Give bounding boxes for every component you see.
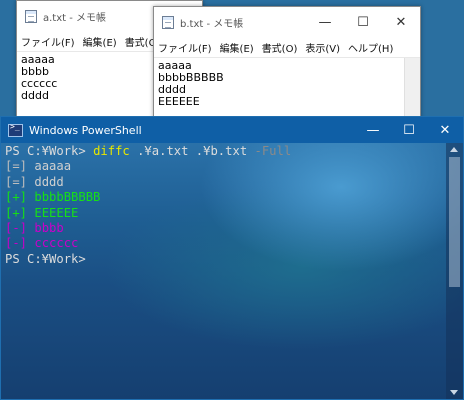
diff-text: dddd bbox=[34, 174, 64, 189]
menu-edit[interactable]: 編集(E) bbox=[79, 34, 121, 49]
menu-file[interactable]: ファイル(F) bbox=[17, 34, 79, 49]
menu-file[interactable]: ファイル(F) bbox=[154, 40, 216, 55]
notepad-window-b: b.txt - メモ帳 — ☐ ✕ ファイル(F) 編集(E) 書式(O) 表示… bbox=[153, 6, 421, 122]
notepad-b-menubar: ファイル(F) 編集(E) 書式(O) 表示(V) ヘルプ(H) bbox=[154, 37, 420, 58]
diff-tag: [=] bbox=[5, 159, 28, 174]
command-name: diffc bbox=[93, 144, 130, 158]
powershell-icon bbox=[8, 122, 23, 137]
diff-tag: [+] bbox=[5, 190, 28, 205]
notepad-b-text-area[interactable]: aaaaa bbbbBBBBB dddd EEEEEE bbox=[154, 58, 420, 108]
minimize-button[interactable]: — bbox=[355, 117, 391, 143]
menu-format[interactable]: 書式(O) bbox=[258, 40, 302, 55]
diff-text: aaaaa bbox=[34, 159, 72, 174]
notepad-b-titlebar[interactable]: b.txt - メモ帳 — ☐ ✕ bbox=[154, 7, 420, 37]
diff-line-removed: [-] bbbb bbox=[5, 221, 445, 236]
close-button[interactable]: ✕ bbox=[427, 117, 463, 143]
command-args: .¥a.txt .¥b.txt bbox=[137, 144, 248, 158]
menu-view[interactable]: 表示(V) bbox=[301, 40, 344, 55]
diff-tag: [+] bbox=[5, 205, 28, 220]
menu-edit[interactable]: 編集(E) bbox=[216, 40, 258, 55]
menu-help[interactable]: ヘルプ(H) bbox=[344, 40, 397, 55]
scrollbar-thumb[interactable] bbox=[449, 157, 460, 287]
notepad-icon bbox=[162, 15, 174, 29]
diff-line-equal: [=] dddd bbox=[5, 175, 445, 190]
console-output[interactable]: PS C:¥Work> diffc .¥a.txt .¥b.txt -Full … bbox=[5, 144, 445, 267]
diff-text: bbbbBBBBB bbox=[34, 190, 101, 205]
close-button[interactable]: ✕ bbox=[382, 7, 420, 37]
scroll-up-arrow-icon[interactable] bbox=[450, 147, 458, 152]
diff-line-added: [+] bbbbBBBBB bbox=[5, 190, 445, 205]
diff-line-removed: [-] cccccc bbox=[5, 236, 445, 251]
prompt: PS C:¥Work> bbox=[5, 251, 86, 266]
console-scrollbar[interactable] bbox=[446, 143, 463, 399]
notepad-b-title: b.txt - メモ帳 bbox=[180, 18, 244, 30]
scroll-down-arrow-icon[interactable] bbox=[450, 390, 458, 395]
prompt: PS C:¥Work> bbox=[5, 144, 86, 158]
diff-tag: [-] bbox=[5, 236, 28, 251]
powershell-title: Windows PowerShell bbox=[29, 123, 142, 137]
diff-text: cccccc bbox=[34, 236, 79, 251]
final-prompt-line: PS C:¥Work> bbox=[5, 252, 445, 267]
powershell-window: Windows PowerShell — ☐ ✕ PS C:¥Work> dif… bbox=[0, 116, 464, 400]
diff-tag: [-] bbox=[5, 221, 28, 236]
notepad-icon bbox=[25, 9, 37, 23]
notepad-b-scrollbar[interactable] bbox=[404, 58, 420, 121]
diff-text: bbbb bbox=[34, 221, 64, 236]
diff-line-added: [+] EEEEEE bbox=[5, 206, 445, 221]
command-line: PS C:¥Work> diffc .¥a.txt .¥b.txt -Full bbox=[5, 144, 445, 159]
diff-text: EEEEEE bbox=[34, 205, 79, 220]
maximize-button[interactable]: ☐ bbox=[391, 117, 427, 143]
text-line: EEEEEE bbox=[158, 95, 200, 108]
maximize-button[interactable]: ☐ bbox=[344, 7, 382, 37]
command-param: -Full bbox=[254, 144, 292, 158]
text-line: bbbbBBBBB bbox=[158, 71, 224, 84]
powershell-titlebar[interactable]: Windows PowerShell — ☐ ✕ bbox=[1, 117, 463, 143]
diff-tag: [=] bbox=[5, 174, 28, 189]
minimize-button[interactable]: — bbox=[306, 7, 344, 37]
diff-line-equal: [=] aaaaa bbox=[5, 159, 445, 174]
